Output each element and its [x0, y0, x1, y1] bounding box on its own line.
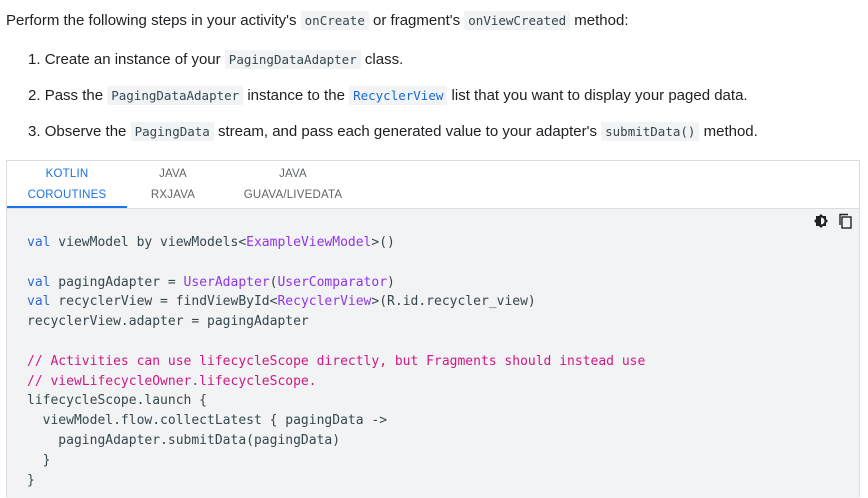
code-token: recyclerView = findViewById<: [50, 294, 278, 310]
code-token: viewModel by viewModels<: [50, 235, 247, 250]
step-number: 2.: [28, 87, 41, 104]
tab-kotlin-coroutines[interactable]: KOTLIN COROUTINES: [7, 161, 127, 208]
code-keyword: val: [27, 235, 51, 250]
step-item: 2. Pass the PagingDataAdapter instance t…: [28, 84, 758, 120]
step-text: instance to the: [243, 87, 350, 104]
tab-label: KOTLIN: [45, 168, 89, 180]
code-token: pagingAdapter =: [50, 274, 184, 290]
step-text: list that you want to display your paged…: [447, 87, 748, 104]
code-line: }: [27, 452, 51, 468]
tab-label: GUAVA/LIVEDATA: [243, 189, 343, 201]
code-comment: // Activities can use lifecycleScope dir…: [27, 353, 646, 369]
inline-code-pagingdataadapter: PagingDataAdapter: [224, 50, 361, 69]
tab-label: JAVA: [159, 168, 187, 180]
tab-java-guava-livedata[interactable]: JAVA GUAVA/LIVEDATA: [233, 161, 353, 208]
code-comment: // viewLifecycleOwner.lifecycleScope.: [27, 373, 317, 389]
code-type: RecyclerView: [277, 294, 372, 310]
code-token: >(): [371, 235, 395, 250]
copy-icon[interactable]: [837, 213, 853, 229]
intro-text: method:: [570, 12, 629, 29]
inline-code-onviewcreated: onViewCreated: [464, 11, 571, 30]
intro-text: or fragment's: [368, 12, 465, 29]
steps-list: 1. Create an instance of your PagingData…: [28, 48, 758, 156]
inline-code-oncreate: onCreate: [300, 11, 369, 30]
code-line: lifecycleScope.launch {: [27, 393, 208, 409]
step-text: stream, and pass each generated value to…: [213, 123, 602, 140]
step-text: Observe the: [44, 123, 131, 140]
intro-paragraph: Perform the following steps in your acti…: [6, 10, 629, 32]
step-text: class.: [360, 51, 404, 68]
step-text: method.: [699, 123, 758, 140]
inline-code-pagingdata: PagingData: [130, 122, 214, 141]
intro-text: Perform the following steps in your acti…: [6, 12, 301, 29]
code-text: val viewModel by viewModels<ExampleViewM…: [27, 233, 645, 490]
code-keyword: val: [27, 294, 51, 310]
tab-label: RXJAVA: [150, 189, 196, 201]
inline-code-submitdata: submitData(): [601, 122, 700, 141]
step-item: 3. Observe the PagingData stream, and pa…: [28, 120, 758, 156]
recyclerview-link[interactable]: RecyclerView: [349, 86, 448, 105]
step-text: Pass the: [44, 87, 108, 104]
tab-java-rxjava[interactable]: JAVA RXJAVA: [137, 161, 209, 208]
step-number: 3.: [28, 123, 41, 140]
code-line: }: [27, 472, 35, 488]
code-line: recyclerView.adapter = pagingAdapter: [27, 314, 309, 330]
code-type: UserAdapter: [183, 274, 270, 290]
code-token: ): [387, 274, 395, 290]
code-token: >(R.id.recycler_view): [371, 294, 536, 310]
code-line: viewModel.flow.collectLatest { pagingDat…: [27, 413, 388, 429]
code-line: pagingAdapter.submitData(pagingData): [27, 432, 341, 448]
tab-label: JAVA: [279, 168, 307, 180]
code-actions: [809, 213, 853, 231]
step-item: 1. Create an instance of your PagingData…: [28, 48, 758, 84]
tab-label: COROUTINES: [27, 189, 107, 201]
code-type: UserComparator: [277, 274, 388, 290]
code-sample-box: KOTLIN COROUTINES JAVA RXJAVA JAVA GUAVA…: [6, 160, 860, 498]
theme-toggle-icon[interactable]: [813, 213, 829, 229]
language-tabs: KOTLIN COROUTINES JAVA RXJAVA JAVA GUAVA…: [7, 161, 859, 209]
code-block: val viewModel by viewModels<ExampleViewM…: [7, 209, 859, 498]
code-keyword: val: [27, 274, 51, 290]
step-number: 1.: [28, 51, 41, 68]
inline-code-pagingdataadapter: PagingDataAdapter: [107, 86, 244, 105]
code-type: ExampleViewModel: [246, 235, 372, 250]
step-text: Create an instance of your: [44, 51, 225, 68]
